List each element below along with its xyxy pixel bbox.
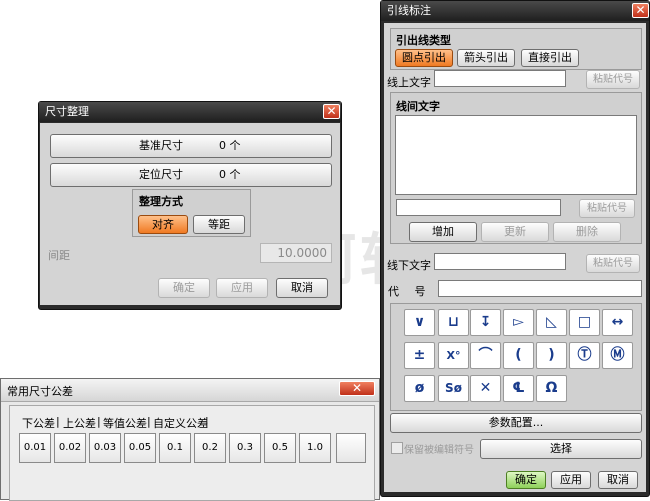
- symbol-button[interactable]: ø: [404, 375, 435, 402]
- symbol-button[interactable]: ✕: [470, 375, 501, 402]
- symbol-button[interactable]: ∨: [404, 309, 435, 336]
- delete-button[interactable]: 删除: [553, 222, 621, 242]
- param-config-button[interactable]: 参数配置...: [390, 413, 642, 433]
- above-text-input[interactable]: [434, 70, 566, 87]
- locate-size-count: 0 个: [219, 168, 241, 181]
- tolerance-dialog-titlebar[interactable]: 常用尺寸公差 ✕: [1, 379, 379, 402]
- paste-code-button[interactable]: 粘贴代号: [579, 199, 635, 218]
- equal-spacing-button[interactable]: 等距: [193, 215, 245, 234]
- leader-dialog-body: 引出线类型 圆点引出 箭头引出 直接引出 线上文字 粘贴代号 线间文字 粘贴代号…: [384, 23, 646, 492]
- tab-equal-tolerance[interactable]: 等值公差: [103, 415, 147, 431]
- symbol-button[interactable]: ▻: [503, 309, 534, 336]
- below-text-label: 线下文字: [387, 259, 431, 272]
- between-text-area[interactable]: [395, 115, 637, 195]
- close-icon[interactable]: ✕: [323, 104, 340, 119]
- apply-button[interactable]: 应用: [216, 278, 268, 298]
- tolerance-value-button[interactable]: 0.02: [54, 433, 86, 463]
- size-dialog-title: 尺寸整理: [45, 105, 89, 118]
- close-icon[interactable]: ✕: [632, 3, 649, 18]
- tolerance-dialog-title: 常用尺寸公差: [7, 385, 73, 398]
- base-size-count: 0 个: [219, 139, 241, 152]
- symbol-button[interactable]: ±: [404, 342, 435, 369]
- align-button[interactable]: 对齐: [138, 215, 188, 234]
- locate-size-button[interactable]: 定位尺寸 0 个: [50, 163, 332, 187]
- tab-separator: |: [97, 415, 101, 428]
- leader-dialog: 引线标注 ✕ 引出线类型 圆点引出 箭头引出 直接引出 线上文字 粘贴代号 线间…: [380, 0, 650, 497]
- tab-separator: |: [147, 415, 151, 428]
- size-dialog-body: 基准尺寸 0 个 定位尺寸 0 个 整理方式 对齐 等距 间距 10.0000 …: [40, 123, 340, 305]
- update-button[interactable]: 更新: [481, 222, 549, 242]
- direct-leader-button[interactable]: 直接引出: [521, 49, 579, 67]
- keep-code-checkbox[interactable]: [391, 442, 403, 454]
- cancel-button[interactable]: 取消: [276, 278, 328, 298]
- symbol-button[interactable]: Ⓣ: [569, 342, 600, 369]
- size-dialog-titlebar[interactable]: 尺寸整理: [39, 102, 341, 122]
- leader-type-group: 引出线类型 圆点引出 箭头引出 直接引出: [390, 28, 642, 70]
- apply-button[interactable]: 应用: [551, 471, 591, 489]
- method-group: 整理方式 对齐 等距: [132, 189, 251, 237]
- leader-dialog-titlebar[interactable]: 引线标注: [381, 1, 649, 21]
- tab-lower-tolerance[interactable]: 下公差: [22, 415, 55, 431]
- size-dialog: 尺寸整理 ✕ 基准尺寸 0 个 定位尺寸 0 个 整理方式 对齐 等距 间距 1…: [38, 101, 342, 310]
- ok-button[interactable]: 确定: [158, 278, 210, 298]
- tolerance-dialog: 常用尺寸公差 ✕ 下公差 | 上公差 | 等值公差 | 自定义公差 | 0.01…: [0, 378, 380, 501]
- spacing-input[interactable]: 10.0000: [260, 243, 332, 263]
- symbol-button[interactable]: ↔: [602, 309, 633, 336]
- spacing-label: 间距: [48, 249, 70, 262]
- tolerance-value-button[interactable]: 0.5: [264, 433, 296, 463]
- dot-leader-button[interactable]: 圆点引出: [395, 49, 453, 67]
- between-text-input[interactable]: [396, 199, 561, 216]
- symbol-button[interactable]: ⊔: [438, 309, 469, 336]
- leader-type-title: 引出线类型: [396, 34, 451, 47]
- symbol-button[interactable]: ↧: [470, 309, 501, 336]
- code-label: 代 号: [388, 285, 432, 298]
- tolerance-value-button[interactable]: [336, 433, 366, 463]
- tolerance-value-button[interactable]: 0.3: [229, 433, 261, 463]
- symbol-button[interactable]: ): [536, 342, 567, 369]
- code-input[interactable]: [438, 280, 642, 297]
- below-text-input[interactable]: [434, 253, 566, 270]
- cancel-button[interactable]: 取消: [598, 471, 638, 489]
- tolerance-value-button[interactable]: 0.1: [159, 433, 191, 463]
- tolerance-value-button[interactable]: 0.2: [194, 433, 226, 463]
- tab-custom-tolerance[interactable]: 自定义公差: [153, 415, 208, 431]
- symbol-button[interactable]: ⌒: [470, 342, 501, 369]
- tolerance-value-button[interactable]: 0.01: [19, 433, 51, 463]
- symbol-button[interactable]: (: [503, 342, 534, 369]
- paste-code-button[interactable]: 粘贴代号: [586, 254, 640, 273]
- symbol-button[interactable]: ◺: [536, 309, 567, 336]
- select-button[interactable]: 选择: [480, 439, 642, 459]
- paste-code-button[interactable]: 粘贴代号: [586, 70, 640, 89]
- tolerance-value-button[interactable]: 1.0: [299, 433, 331, 463]
- close-icon[interactable]: ✕: [339, 381, 375, 396]
- between-text-title: 线间文字: [396, 100, 440, 113]
- add-button[interactable]: 增加: [409, 222, 477, 242]
- between-text-group: 线间文字 粘贴代号 增加 更新 删除: [390, 92, 642, 244]
- above-text-label: 线上文字: [387, 76, 431, 89]
- base-size-label: 基准尺寸: [139, 139, 183, 152]
- symbol-button[interactable]: X°: [438, 342, 469, 369]
- locate-size-label: 定位尺寸: [139, 168, 183, 181]
- symbol-button[interactable]: Ⓜ: [602, 342, 633, 369]
- symbol-button[interactable]: Ω: [536, 375, 567, 402]
- ok-button[interactable]: 确定: [506, 471, 546, 489]
- leader-dialog-title: 引线标注: [387, 4, 431, 17]
- base-size-button[interactable]: 基准尺寸 0 个: [50, 134, 332, 158]
- tab-separator: |: [205, 415, 209, 428]
- tolerance-value-button[interactable]: 0.03: [89, 433, 121, 463]
- arrow-leader-button[interactable]: 箭头引出: [457, 49, 515, 67]
- symbol-button[interactable]: □: [569, 309, 600, 336]
- tab-separator: |: [56, 415, 60, 428]
- tolerance-value-button[interactable]: 0.05: [124, 433, 156, 463]
- symbol-button[interactable]: Sø: [438, 375, 469, 402]
- keep-code-label: 保留被编辑符号: [404, 445, 474, 456]
- method-group-title: 整理方式: [139, 195, 183, 208]
- tab-upper-tolerance[interactable]: 上公差: [63, 415, 96, 431]
- symbol-button[interactable]: ℄: [503, 375, 534, 402]
